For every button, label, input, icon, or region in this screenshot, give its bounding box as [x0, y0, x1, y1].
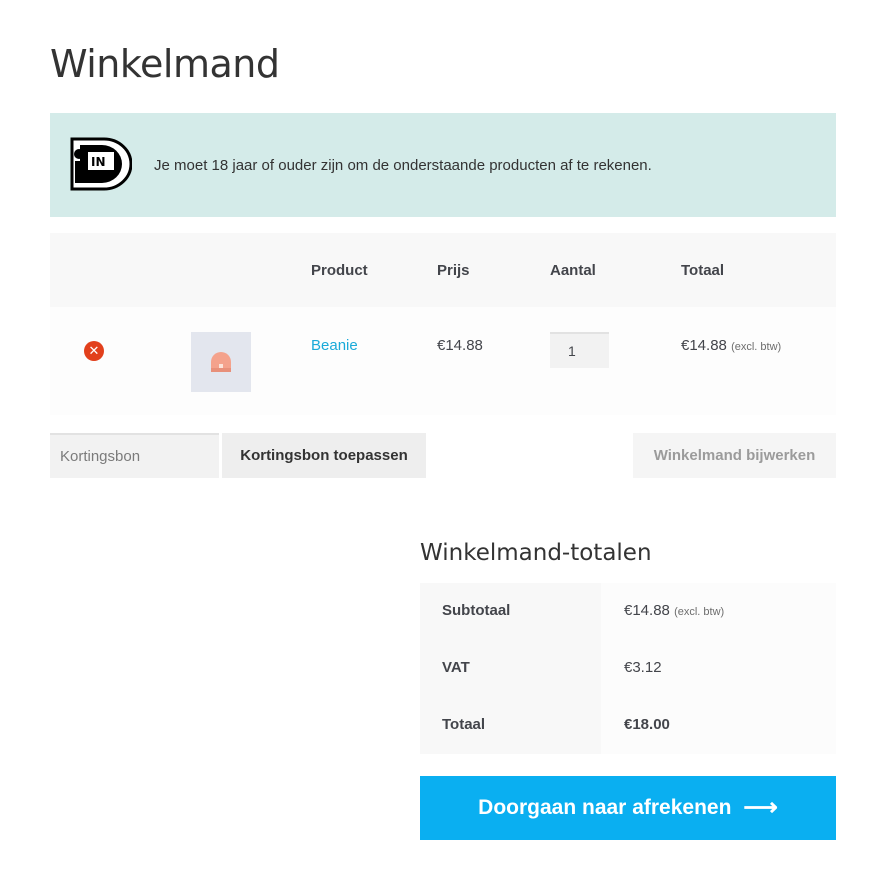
age-verification-notice: IN Je moet 18 jaar of ouder zijn om de o… — [50, 113, 836, 217]
svg-text:IN: IN — [91, 155, 106, 169]
subtotal-row: Subtotaal €14.88 (excl. btw) — [420, 583, 836, 640]
vat-value: €3.12 — [601, 640, 836, 697]
beanie-image — [211, 352, 231, 372]
cart-page: Winkelmand IN Je moet 18 jaar of ouder z… — [0, 0, 886, 890]
line-total: €14.88 (excl. btw) — [681, 337, 781, 354]
subtotal-note: (excl. btw) — [674, 606, 725, 618]
vat-row: VAT €3.12 — [420, 640, 836, 697]
total-row: Totaal €18.00 — [420, 697, 836, 754]
remove-item-icon[interactable]: ✕ — [84, 341, 104, 361]
header-quantity: Aantal — [550, 262, 596, 279]
cart-table: Product Prijs Aantal Totaal ✕ Beanie €14… — [50, 233, 836, 415]
idin-logo: IN — [70, 137, 132, 191]
cart-totals-table: Subtotaal €14.88 (excl. btw) VAT €3.12 T… — [420, 583, 836, 754]
product-name-link[interactable]: Beanie — [311, 337, 358, 354]
line-total-value: €14.88 — [681, 337, 727, 354]
header-total: Totaal — [681, 262, 725, 279]
checkout-label: Doorgaan naar afrekenen — [478, 796, 732, 819]
apply-coupon-button[interactable]: Kortingsbon toepassen — [222, 433, 426, 478]
update-cart-button[interactable]: Winkelmand bijwerken — [633, 433, 836, 478]
cart-totals-title: Winkelmand-totalen — [420, 540, 652, 566]
header-product: Product — [311, 262, 368, 279]
coupon-input[interactable] — [50, 433, 219, 478]
notice-text: Je moet 18 jaar of ouder zijn om de onde… — [154, 157, 652, 174]
cart-table-header: Product Prijs Aantal Totaal — [50, 233, 836, 307]
quantity-input[interactable] — [550, 332, 609, 368]
line-total-note: (excl. btw) — [731, 341, 782, 353]
total-label: Totaal — [420, 697, 601, 754]
page-title: Winkelmand — [50, 42, 280, 86]
subtotal-value: €14.88 — [624, 602, 670, 619]
subtotal-value-cell: €14.88 (excl. btw) — [601, 583, 836, 640]
product-price: €14.88 — [437, 337, 483, 354]
vat-label: VAT — [420, 640, 601, 697]
subtotal-label: Subtotaal — [420, 583, 601, 640]
arrow-right-icon: ⟶ — [743, 794, 778, 821]
proceed-to-checkout-button[interactable]: Doorgaan naar afrekenen ⟶ — [420, 776, 836, 840]
header-price: Prijs — [437, 262, 470, 279]
total-value: €18.00 — [601, 697, 836, 754]
product-thumbnail[interactable] — [191, 332, 251, 392]
table-row: ✕ Beanie €14.88 €14.88 (excl. btw) — [50, 307, 836, 415]
